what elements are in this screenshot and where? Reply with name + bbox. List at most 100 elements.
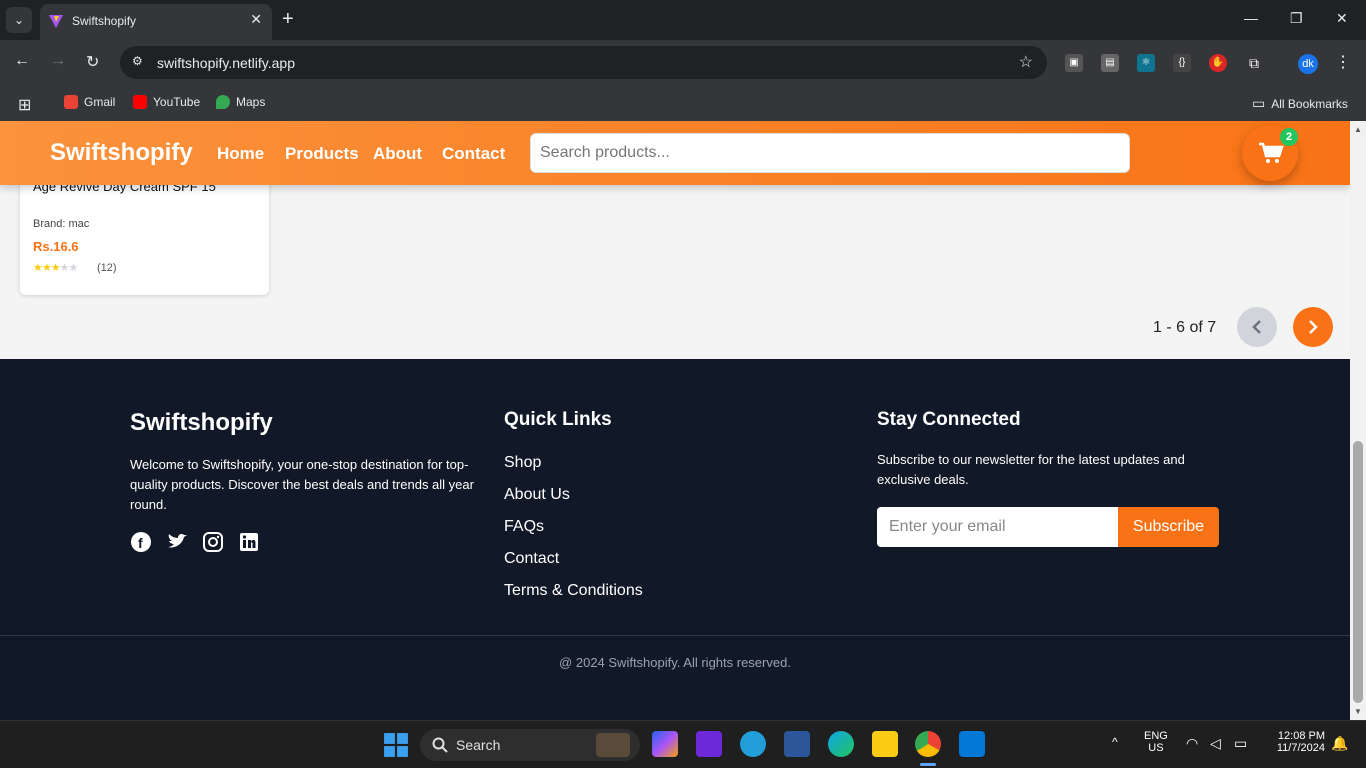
shopping-cart-icon — [1259, 142, 1284, 163]
copilot-icon[interactable] — [652, 731, 678, 757]
minimize-icon[interactable]: — — [1244, 10, 1258, 26]
react-devtools-icon[interactable]: ⚛ — [1137, 54, 1155, 72]
media-icon[interactable]: ▣ — [1065, 54, 1083, 72]
bookmark-maps[interactable]: Maps — [216, 95, 265, 109]
nav-products[interactable]: Products — [285, 144, 359, 164]
tab-search-button[interactable]: ⌄ — [6, 7, 32, 33]
nav-about[interactable]: About — [373, 144, 422, 164]
volume-icon[interactable]: ◁ — [1210, 735, 1221, 752]
active-tab[interactable]: Swiftshopify ✕ — [40, 4, 272, 40]
tray-overflow-icon[interactable]: ^ — [1112, 735, 1118, 749]
bookmark-youtube[interactable]: YouTube — [133, 95, 200, 109]
product-search-input[interactable] — [530, 133, 1130, 173]
footer-description: Welcome to Swiftshopify, your one-stop d… — [130, 457, 474, 512]
vscode-icon[interactable] — [959, 731, 985, 757]
file-explorer-icon[interactable] — [872, 731, 898, 757]
url-text[interactable]: swiftshopify.netlify.app — [157, 55, 295, 71]
notification-bell-icon[interactable]: 🔔 — [1331, 735, 1348, 752]
footer-brand: Swiftshopify — [130, 409, 273, 436]
back-icon[interactable]: ← — [14, 52, 30, 70]
adblock-icon[interactable]: ✋ — [1209, 54, 1227, 72]
bookmark-gmail[interactable]: Gmail — [64, 95, 115, 109]
twitter-icon[interactable] — [166, 531, 188, 553]
next-page-button[interactable] — [1293, 307, 1333, 347]
windows-taskbar: Search ^ ENG US ◠ ◁ ▭ 12:08 PM 11/7/2024… — [0, 720, 1366, 768]
edge-icon[interactable] — [828, 731, 854, 757]
browser-tab-strip: ⌄ Swiftshopify ✕ + — ❐ ✕ — [0, 0, 1366, 40]
brave-icon[interactable] — [696, 731, 722, 757]
clock-date: 11/7/2024 — [1276, 742, 1325, 754]
stay-connected-title: Stay Connected — [877, 409, 1021, 430]
nav-contact[interactable]: Contact — [442, 144, 505, 164]
chevron-right-icon — [1309, 320, 1318, 334]
extension-icon[interactable]: ▤ — [1101, 54, 1119, 72]
bookmarks-bar: ⊞ Gmail YouTube Maps ▭ All Bookmarks — [0, 86, 1366, 121]
site-info-icon[interactable]: ⚙ — [132, 54, 148, 70]
new-tab-icon[interactable]: + — [282, 8, 294, 30]
clock[interactable]: 12:08 PM 11/7/2024 — [1265, 730, 1325, 754]
extensions-puzzle-icon[interactable]: ⧉ — [1245, 54, 1263, 72]
profile-avatar[interactable]: dk — [1298, 54, 1318, 74]
youtube-icon — [133, 95, 147, 109]
copyright-text: @ 2024 Swiftshopify. All rights reserved… — [559, 655, 791, 670]
folder-icon: ▭ — [1252, 95, 1266, 111]
pagination-label: 1 - 6 of 7 — [1153, 319, 1217, 336]
gmail-icon — [64, 95, 78, 109]
telegram-icon[interactable] — [740, 731, 766, 757]
apps-grid-icon[interactable]: ⊞ — [18, 95, 31, 115]
maps-icon — [216, 95, 230, 109]
all-bookmarks[interactable]: ▭ All Bookmarks — [1252, 95, 1348, 112]
footer-link-contact[interactable]: Contact — [504, 550, 559, 568]
subscribe-button[interactable]: Subscribe — [1118, 507, 1219, 547]
quick-links-title: Quick Links — [504, 409, 612, 430]
taskbar-search[interactable]: Search — [420, 729, 640, 761]
browser-menu-icon[interactable]: ⋮ — [1334, 54, 1352, 72]
region-label: US — [1148, 742, 1164, 754]
scroll-down-icon[interactable]: ▼ — [1354, 707, 1362, 716]
forward-icon[interactable]: → — [50, 52, 66, 70]
taskbar-search-label: Search — [456, 737, 501, 753]
previous-page-button[interactable] — [1237, 307, 1277, 347]
word-icon[interactable] — [784, 731, 810, 757]
close-tab-icon[interactable]: ✕ — [250, 11, 262, 28]
facebook-icon[interactable]: f — [130, 531, 152, 553]
site-header: Swiftshopify Home Products About Contact… — [0, 121, 1350, 185]
address-bar[interactable]: ⚙ swiftshopify.netlify.app ☆ — [120, 46, 1047, 79]
footer-link-terms[interactable]: Terms & Conditions — [504, 582, 643, 600]
footer-link-faqs[interactable]: FAQs — [504, 518, 544, 536]
chevron-left-icon — [1252, 320, 1261, 334]
footer-link-shop[interactable]: Shop — [504, 454, 541, 472]
bookmark-label: Maps — [236, 95, 266, 109]
page-scrollbar[interactable]: ▲ ▼ — [1350, 121, 1366, 720]
cart-count-badge: 2 — [1280, 128, 1298, 146]
instagram-icon[interactable] — [202, 531, 224, 553]
nav-home[interactable]: Home — [217, 144, 264, 164]
json-extension-icon[interactable]: {} — [1173, 54, 1191, 72]
wifi-icon[interactable]: ◠ — [1186, 735, 1198, 752]
language-indicator[interactable]: ENG US — [1144, 730, 1168, 754]
search-highlight-image — [596, 733, 630, 757]
newsletter-description: Subscribe to our newsletter for the late… — [877, 452, 1185, 487]
review-count: (12) — [97, 262, 117, 274]
star-filled-icon: ★★★ — [33, 262, 61, 274]
language-label: ENG — [1144, 730, 1168, 742]
scrollbar-thumb[interactable] — [1353, 441, 1363, 703]
cart-button[interactable]: 2 — [1242, 125, 1298, 181]
linkedin-icon[interactable] — [238, 531, 260, 553]
battery-icon[interactable]: ▭ — [1234, 735, 1247, 752]
tab-title: Swiftshopify — [72, 14, 137, 28]
scroll-up-icon[interactable]: ▲ — [1354, 125, 1362, 134]
bookmark-star-icon[interactable]: ☆ — [1019, 52, 1033, 72]
site-footer: Swiftshopify Welcome to Swiftshopify, yo… — [0, 359, 1350, 720]
newsletter-email-input[interactable] — [877, 507, 1118, 547]
reload-icon[interactable]: ↻ — [86, 52, 99, 72]
close-window-icon[interactable]: ✕ — [1336, 10, 1348, 27]
chrome-icon[interactable] — [915, 731, 941, 757]
site-logo[interactable]: Swiftshopify — [50, 139, 193, 167]
windows-start-icon[interactable] — [383, 732, 409, 758]
all-bookmarks-label: All Bookmarks — [1271, 96, 1348, 111]
maximize-icon[interactable]: ❐ — [1290, 10, 1303, 27]
active-app-indicator — [920, 763, 936, 766]
footer-link-about[interactable]: About Us — [504, 486, 570, 504]
browser-toolbar: ← → ↻ ⚙ swiftshopify.netlify.app ☆ ▣ ▤ ⚛… — [0, 40, 1366, 86]
